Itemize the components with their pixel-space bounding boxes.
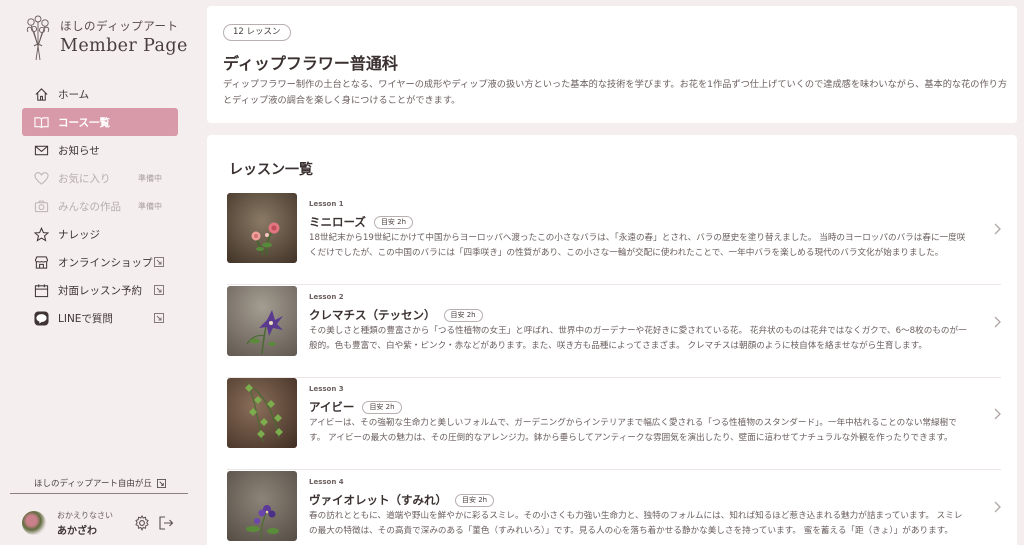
lesson-number: Lesson 1	[309, 200, 344, 208]
user-name: あかざわ	[57, 526, 97, 537]
bouquet-icon	[26, 15, 50, 61]
sidebar-divider	[10, 493, 188, 494]
lesson-number: Lesson 2	[309, 293, 344, 301]
brand-logo[interactable]: ほしのディップアート Member Page	[24, 14, 187, 64]
sidebar-item-gallery: みんなの作品 準備中	[22, 192, 178, 220]
coming-soon-badge: 準備中	[138, 173, 162, 183]
sidebar-item-label: ホーム	[58, 88, 90, 101]
sidebar-item-label: LINEで質問	[58, 312, 113, 325]
coming-soon-badge: 準備中	[138, 201, 162, 211]
lesson-row[interactable]: Lesson 4 ヴァイオレット（すみれ） 目安 2h 春の訪れとともに、道端や野…	[227, 471, 1001, 545]
sidebar-item-label: オンラインショップ	[58, 256, 153, 269]
sidebar-item-label: お知らせ	[58, 144, 100, 157]
lesson-title-text: アイビー	[309, 400, 355, 414]
lesson-thumbnail	[227, 378, 297, 448]
lesson-row[interactable]: Lesson 1 ミニローズ 目安 2h 18世紀末から19世紀にかけて中国からヨ…	[227, 193, 1001, 285]
lesson-title-text: クレマチス（テッセン）	[309, 308, 436, 322]
lesson-description: その美しさと種類の豊富さから「つる性植物の女王」と呼ばれ、世界中のガーデナーや花…	[309, 326, 967, 351]
sidebar-item-news[interactable]: お知らせ	[22, 136, 178, 164]
sidebar-item-shop[interactable]: オンラインショップ	[22, 248, 178, 276]
external-link-icon	[156, 478, 166, 488]
lesson-title: アイビー 目安 2h	[309, 399, 402, 415]
sidebar-item-courses[interactable]: コース一覧	[22, 108, 178, 136]
external-link-icon	[154, 257, 164, 267]
lesson-title: ヴァイオレット（すみれ） 目安 2h	[309, 492, 495, 508]
sidebar-item-favorites: お気に入り 準備中	[22, 164, 178, 192]
sidebar-nav: ホーム コース一覧 お知らせ お気に入り 準備中 みんなの作品 準備中 ナレッジ…	[22, 80, 178, 332]
community-label: ほしのディップアート自由が丘	[34, 479, 152, 489]
shop-icon	[34, 256, 49, 269]
lesson-title-text: ミニローズ	[309, 215, 366, 229]
chevron-right-icon	[994, 223, 1001, 235]
course-header-card: 12 レッスン ディップフラワー普通科 ディップフラワー制作の土台となる、ワイヤ…	[207, 6, 1017, 123]
lesson-thumbnail	[227, 193, 297, 263]
page-title: ディップフラワー普通科	[223, 54, 398, 73]
calendar-icon	[34, 284, 49, 298]
sidebar-item-label: ナレッジ	[58, 228, 100, 241]
avatar	[22, 511, 46, 535]
logout-icon[interactable]	[158, 515, 174, 531]
sidebar-item-reservation[interactable]: 対面レッスン予約	[22, 276, 178, 304]
duration-badge: 目安 2h	[362, 401, 402, 414]
sidebar-item-label: お気に入り	[58, 172, 111, 185]
star-icon	[34, 227, 49, 242]
book-icon	[34, 117, 49, 129]
lessons-card: レッスン一覧 Lesson 1 ミニローズ 目安 2h 18世紀末から19世紀にか…	[207, 135, 1017, 545]
sidebar: ほしのディップアート Member Page ホーム コース一覧 お知らせ お気…	[0, 0, 196, 545]
gear-icon[interactable]	[134, 515, 150, 531]
duration-badge: 目安 2h	[455, 494, 495, 507]
lessons-heading: レッスン一覧	[229, 162, 313, 178]
lesson-count-badge: 12 レッスン	[223, 24, 291, 41]
sidebar-item-home[interactable]: ホーム	[22, 80, 178, 108]
duration-badge: 目安 2h	[373, 216, 414, 229]
brand-subtitle: ほしのディップアート	[60, 19, 179, 33]
chevron-right-icon	[994, 408, 1001, 420]
course-description: ディップフラワー制作の土台となる、ワイヤーの成形やディップ液の扱い方といった基本…	[223, 79, 1008, 106]
row-divider	[227, 469, 1001, 470]
lesson-title: クレマチス（テッセン） 目安 2h	[309, 307, 483, 323]
mail-icon	[34, 145, 49, 156]
sidebar-item-label: みんなの作品	[58, 200, 121, 213]
user-panel: おかえりなさい あかざわ	[22, 508, 182, 538]
lesson-row[interactable]: Lesson 3 アイビー 目安 2h アイビーは、その強靭な生命力と美しいフォル…	[227, 378, 1001, 470]
camera-icon	[34, 200, 49, 213]
sidebar-item-knowledge[interactable]: ナレッジ	[22, 220, 178, 248]
lesson-thumbnail	[227, 471, 297, 541]
chevron-right-icon	[994, 501, 1001, 513]
lesson-row[interactable]: Lesson 2 クレマチス（テッセン） 目安 2h その美しさと種類の豊富さから…	[227, 286, 1001, 378]
lesson-title: ミニローズ 目安 2h	[309, 214, 414, 230]
external-link-icon	[154, 313, 164, 323]
external-link-icon	[154, 285, 164, 295]
brand-title: Member Page	[60, 36, 188, 56]
line-icon	[34, 311, 49, 326]
sidebar-item-label: 対面レッスン予約	[58, 284, 142, 297]
user-greeting: おかえりなさい	[57, 511, 113, 520]
duration-badge: 目安 2h	[443, 309, 483, 322]
lesson-number: Lesson 3	[309, 385, 344, 393]
lesson-thumbnail	[227, 286, 297, 356]
heart-icon	[34, 172, 49, 185]
lesson-title-text: ヴァイオレット（すみれ）	[309, 493, 447, 507]
home-icon	[35, 88, 48, 101]
sidebar-item-label: コース一覧	[58, 116, 110, 129]
lesson-description: アイビーは、その強靭な生命力と美しいフォルムで、ガーデニングからインテリアまで幅…	[309, 418, 957, 443]
sidebar-item-line[interactable]: LINEで質問	[22, 304, 178, 332]
row-divider	[227, 284, 1001, 285]
community-link[interactable]: ほしのディップアート自由が丘	[34, 477, 166, 489]
lesson-number: Lesson 4	[309, 478, 344, 486]
chevron-right-icon	[994, 316, 1001, 328]
lesson-description: 春の訪れとともに、道端や野山を鮮やかに彩るスミレ。その小さくも力強い生命力と、独…	[309, 511, 963, 536]
lesson-description: 18世紀末から19世紀にかけて中国からヨーロッパへ渡ったこの小さなバラは、「永遠…	[309, 233, 966, 258]
